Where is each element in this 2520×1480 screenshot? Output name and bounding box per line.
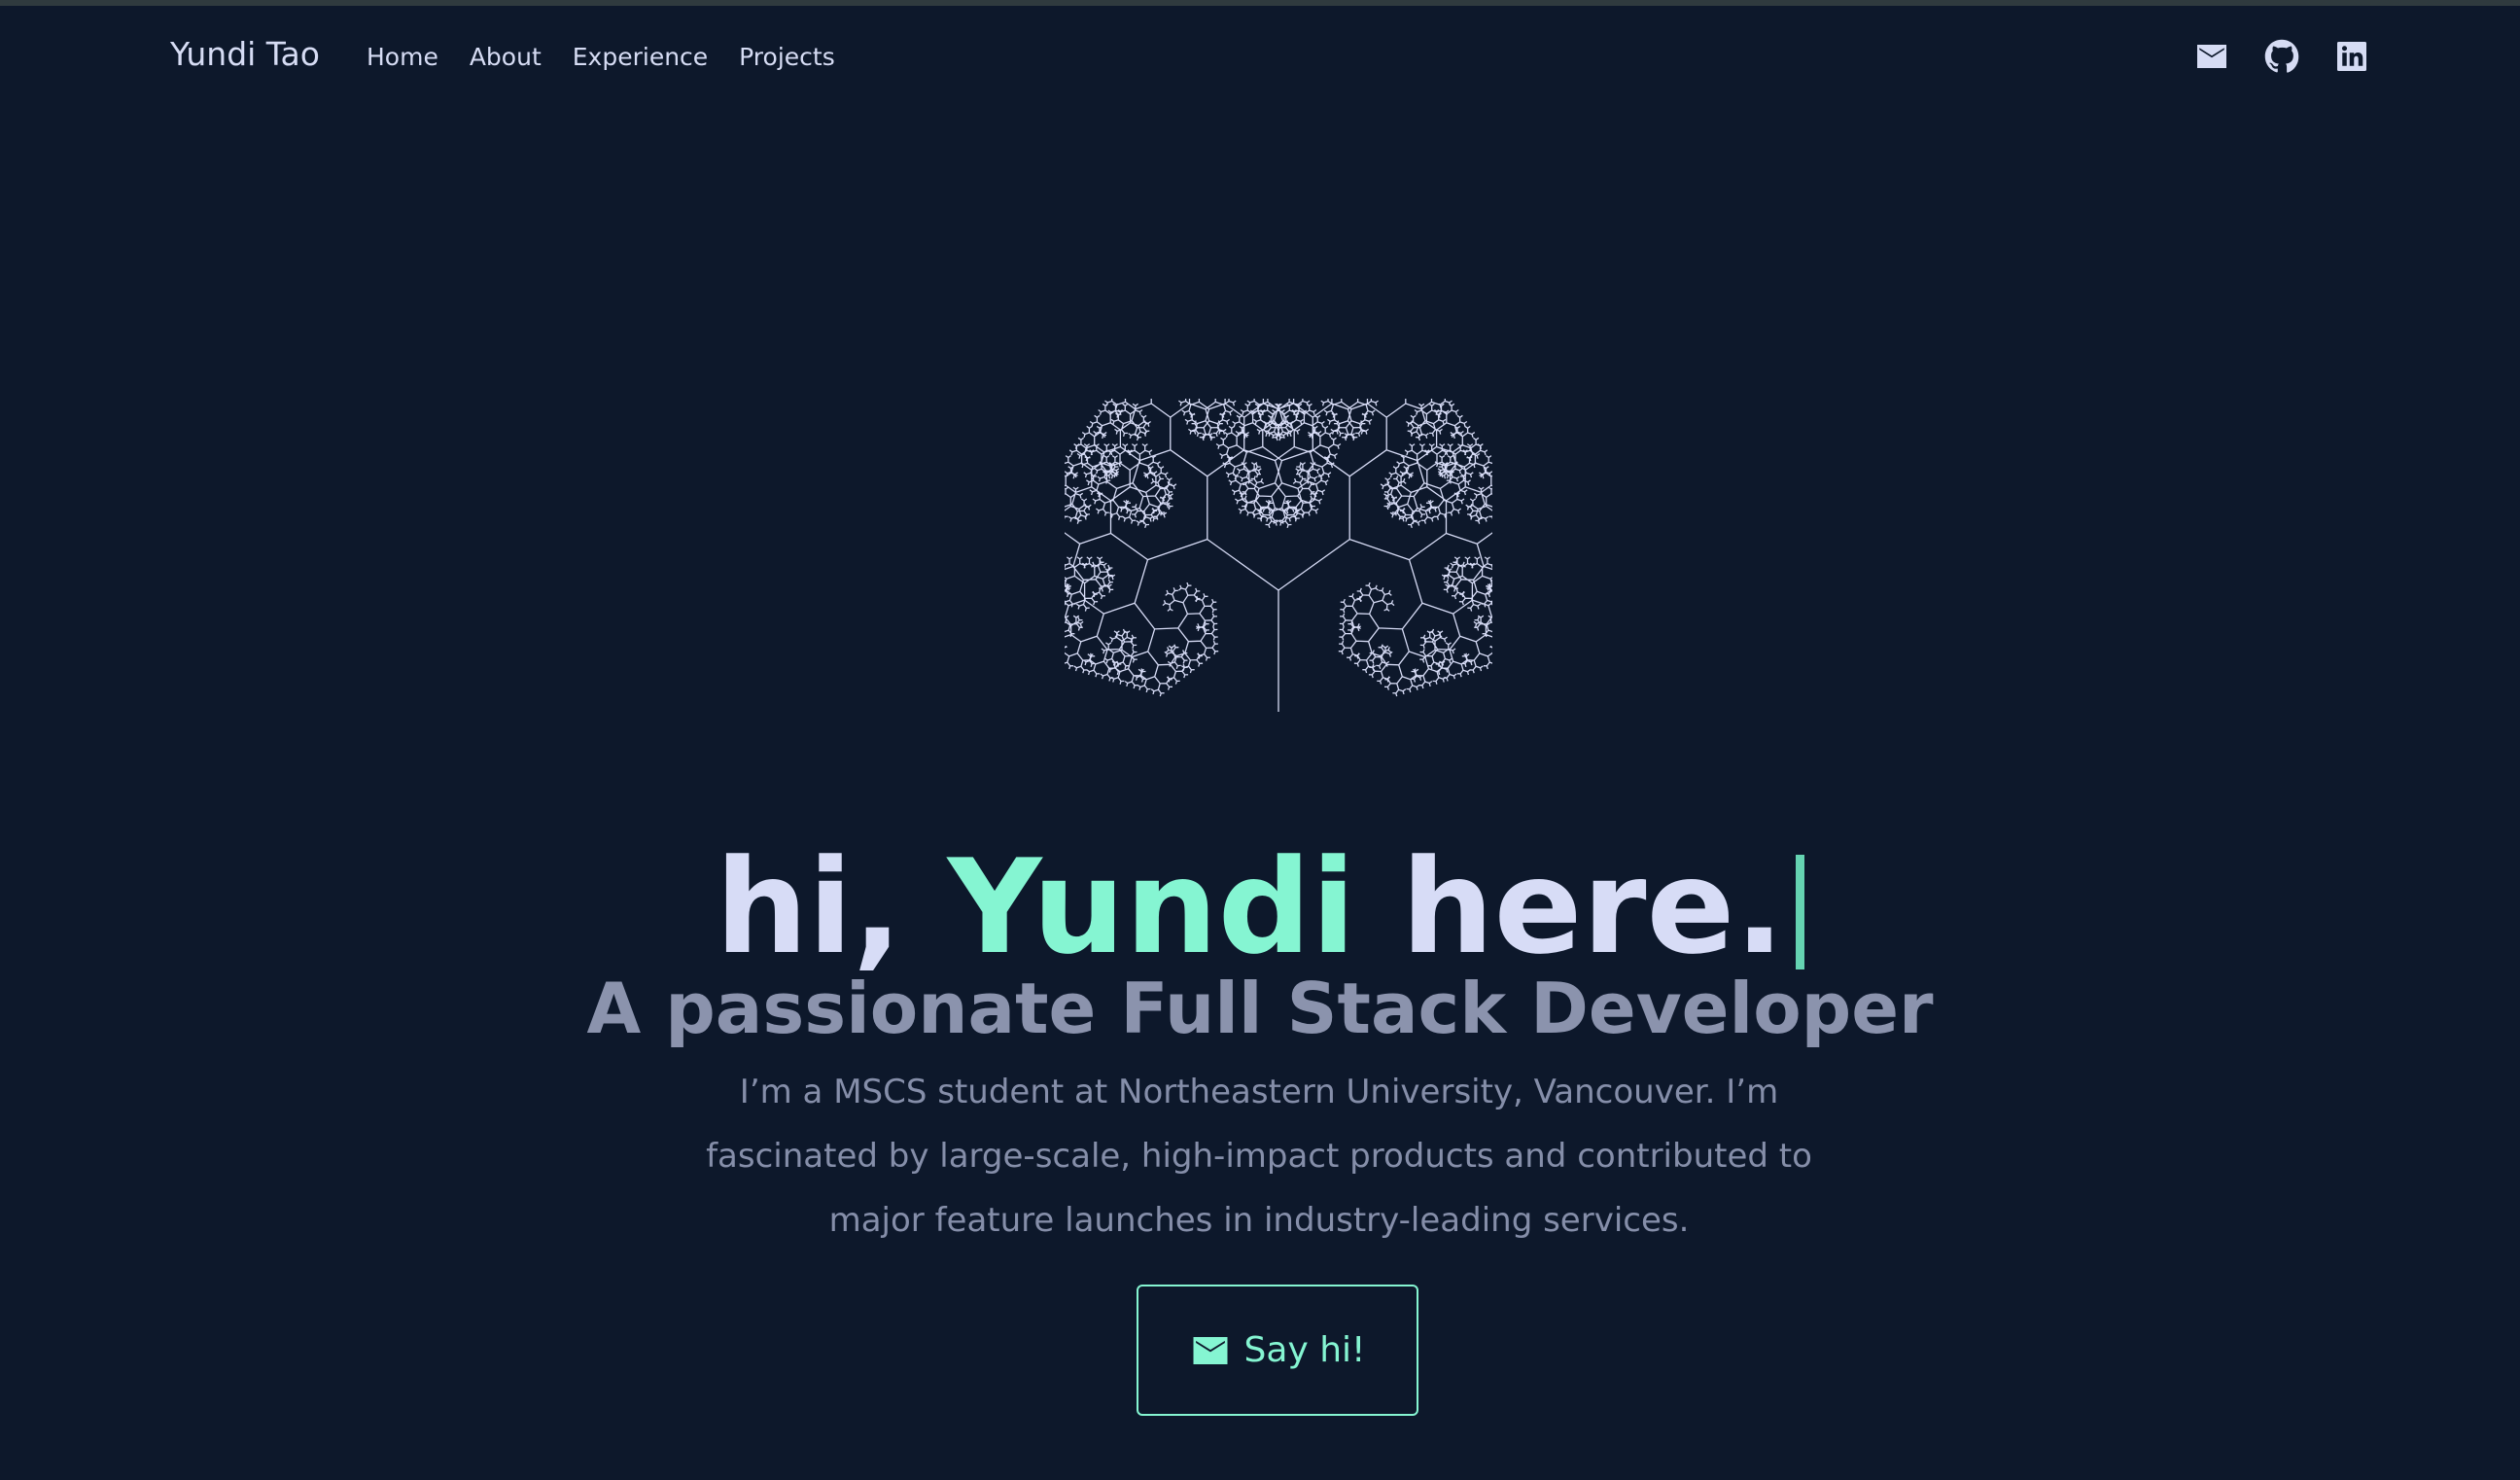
nav-links: Home About Experience Projects <box>367 43 866 71</box>
hero-title-prefix: hi, <box>715 830 902 983</box>
hero-title-suffix: here. <box>1401 830 1785 983</box>
say-hi-label: Say hi! <box>1243 1330 1366 1370</box>
hero-subtitle: A passionate Full Stack Developer <box>586 967 1934 1049</box>
navbar: Yundi Tao Home About Experience Projects <box>0 6 2520 111</box>
hero-description: I’m a MSCS student at Northeastern Unive… <box>706 1073 1812 1240</box>
github-icon[interactable] <box>2264 39 2299 74</box>
nav-link-experience[interactable]: Experience <box>573 43 708 71</box>
fractal-tree-branches <box>1014 360 1543 712</box>
fractal-tree-svg <box>1014 360 1543 712</box>
social-links <box>2194 39 2369 74</box>
fractal-tree-illustration <box>1014 360 1543 715</box>
nav-link-home[interactable]: Home <box>367 43 438 71</box>
nav-link-projects[interactable]: Projects <box>739 43 835 71</box>
linkedin-icon[interactable] <box>2334 39 2369 74</box>
brand-link[interactable]: Yundi Tao <box>170 35 320 73</box>
typing-cursor <box>1796 854 1805 969</box>
say-hi-button[interactable]: Say hi! <box>1137 1285 1418 1416</box>
hero-title-name: Yundi <box>947 830 1356 983</box>
mail-icon <box>1193 1336 1228 1364</box>
nav-link-about[interactable]: About <box>470 43 542 71</box>
mail-icon[interactable] <box>2194 39 2229 74</box>
